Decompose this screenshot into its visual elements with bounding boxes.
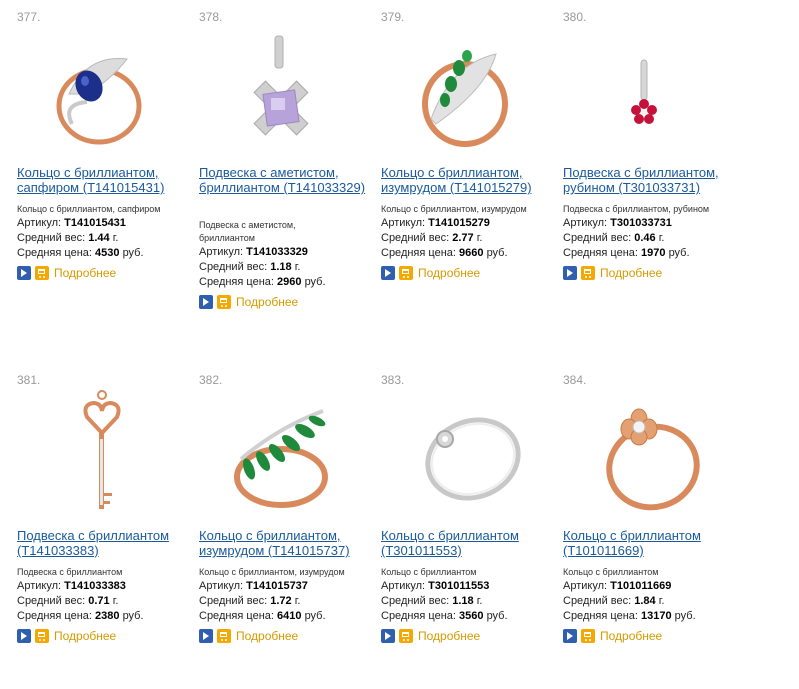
more-link[interactable]: Подробнее xyxy=(418,629,480,643)
product-number: 381. xyxy=(17,373,41,387)
product-subtitle: Подвеска с бриллиантом, рубином xyxy=(563,204,710,214)
product-title-link[interactable]: Кольцо с бриллиантом, сапфиром (Т1410154… xyxy=(17,165,197,195)
article-line: Артикул: Т301011553 xyxy=(381,580,490,592)
more-link[interactable]: Подробнее xyxy=(418,266,480,280)
weight-line: Средний вес: 0.71 г. xyxy=(17,595,119,607)
product-actions: Подробнее xyxy=(17,628,197,644)
product-info: Подвеска с аметистом, бриллиантом Артику… xyxy=(199,219,379,310)
product-title-link[interactable]: Подвеска с бриллиантом (Т141033383) xyxy=(17,528,197,558)
more-link[interactable]: Подробнее xyxy=(54,629,116,643)
product-subtitle: Кольцо с бриллиантом, изумрудом xyxy=(199,567,345,577)
weight-line: Средний вес: 0.46 г. xyxy=(563,232,665,244)
details-arrow-icon[interactable] xyxy=(199,629,213,643)
product-subtitle: Кольцо с бриллиантом xyxy=(563,567,659,577)
product-subtitle: Подвеска с бриллиантом xyxy=(17,567,123,577)
product-actions: Подробнее xyxy=(199,294,379,310)
details-arrow-icon[interactable] xyxy=(563,629,577,643)
weight-line: Средний вес: 1.18 г. xyxy=(381,595,483,607)
details-arrow-icon[interactable] xyxy=(199,295,213,309)
product-info: Кольцо с бриллиантом, изумрудом Артикул:… xyxy=(199,566,379,644)
weight-line: Средний вес: 1.18 г. xyxy=(199,261,301,273)
cart-icon[interactable] xyxy=(399,629,413,643)
price-line: Средняя цена: 9660 руб. xyxy=(381,247,508,259)
product-info: Подвеска с бриллиантом, рубином Артикул:… xyxy=(563,203,743,281)
more-link[interactable]: Подробнее xyxy=(600,629,662,643)
article-line: Артикул: Т301033731 xyxy=(563,217,672,229)
price-line: Средняя цена: 6410 руб. xyxy=(199,610,326,622)
ring-emerald-photo[interactable] xyxy=(381,24,559,164)
price-line: Средняя цена: 4530 руб. xyxy=(17,247,144,259)
more-link[interactable]: Подробнее xyxy=(236,295,298,309)
more-link[interactable]: Подробнее xyxy=(236,629,298,643)
product-number: 383. xyxy=(381,373,405,387)
cart-icon[interactable] xyxy=(217,629,231,643)
ring-white-gold-photo[interactable] xyxy=(381,387,559,527)
cart-icon[interactable] xyxy=(35,629,49,643)
product-subtitle: Кольцо с бриллиантом, сапфиром xyxy=(17,204,161,214)
product-info: Кольцо с бриллиантом Артикул: Т301011553… xyxy=(381,566,561,644)
details-arrow-icon[interactable] xyxy=(17,629,31,643)
cart-icon[interactable] xyxy=(217,295,231,309)
product-number: 382. xyxy=(199,373,223,387)
article-line: Артикул: Т141015431 xyxy=(17,217,126,229)
product-title-link[interactable]: Кольцо с бриллиантом, изумрудом (Т141015… xyxy=(199,528,379,558)
product-subtitle: Кольцо с бриллиантом, изумрудом xyxy=(381,204,527,214)
article-line: Артикул: Т141015737 xyxy=(199,580,308,592)
details-arrow-icon[interactable] xyxy=(563,266,577,280)
product-title-link[interactable]: Подвеска с бриллиантом, рубином (Т301033… xyxy=(563,165,743,195)
product-title-link[interactable]: Кольцо с бриллиантом, изумрудом (Т141015… xyxy=(381,165,561,195)
product-info: Кольцо с бриллиантом, изумрудом Артикул:… xyxy=(381,203,561,281)
cart-icon[interactable] xyxy=(399,266,413,280)
price-line: Средняя цена: 2960 руб. xyxy=(199,276,326,288)
pendant-ruby-photo[interactable] xyxy=(563,24,741,164)
price-line: Средняя цена: 13170 руб. xyxy=(563,610,696,622)
product-title-link[interactable]: Подвеска с аметистом, бриллиантом (Т1410… xyxy=(199,165,379,195)
product-number: 379. xyxy=(381,10,405,24)
product-actions: Подробнее xyxy=(17,265,197,281)
product-title-link[interactable]: Кольцо с бриллиантом (Т101011669) xyxy=(563,528,743,558)
product-number: 380. xyxy=(563,10,587,24)
pendant-key-photo[interactable] xyxy=(17,387,195,527)
product-grid: 377. Кольцо с бриллиантом, сапфиром (Т14… xyxy=(0,0,799,689)
price-line: Средняя цена: 1970 руб. xyxy=(563,247,690,259)
cart-icon[interactable] xyxy=(35,266,49,280)
article-line: Артикул: Т141015279 xyxy=(381,217,490,229)
weight-line: Средний вес: 1.72 г. xyxy=(199,595,301,607)
cart-icon[interactable] xyxy=(581,629,595,643)
product-actions: Подробнее xyxy=(563,265,743,281)
details-arrow-icon[interactable] xyxy=(381,266,395,280)
product-actions: Подробнее xyxy=(563,628,743,644)
product-info: Подвеска с бриллиантом Артикул: Т1410333… xyxy=(17,566,197,644)
product-actions: Подробнее xyxy=(381,265,561,281)
price-line: Средняя цена: 2380 руб. xyxy=(17,610,144,622)
price-line: Средняя цена: 3560 руб. xyxy=(381,610,508,622)
more-link[interactable]: Подробнее xyxy=(54,266,116,280)
more-link[interactable]: Подробнее xyxy=(600,266,662,280)
product-number: 378. xyxy=(199,10,223,24)
pendant-amethyst-photo[interactable] xyxy=(199,24,377,164)
product-number: 384. xyxy=(563,373,587,387)
product-subtitle: Кольцо с бриллиантом xyxy=(381,567,477,577)
article-line: Артикул: Т141033329 xyxy=(199,246,308,258)
product-info: Кольцо с бриллиантом Артикул: Т101011669… xyxy=(563,566,743,644)
ring-sapphire-photo[interactable] xyxy=(17,24,195,164)
details-arrow-icon[interactable] xyxy=(381,629,395,643)
product-actions: Подробнее xyxy=(381,628,561,644)
article-line: Артикул: Т141033383 xyxy=(17,580,126,592)
ring-flower-photo[interactable] xyxy=(563,387,741,527)
ring-emerald-leaf-photo[interactable] xyxy=(199,387,377,527)
product-subtitle: Подвеска с аметистом, бриллиантом xyxy=(199,220,296,243)
product-actions: Подробнее xyxy=(199,628,379,644)
product-number: 377. xyxy=(17,10,41,24)
cart-icon[interactable] xyxy=(581,266,595,280)
article-line: Артикул: Т101011669 xyxy=(563,580,672,592)
weight-line: Средний вес: 1.44 г. xyxy=(17,232,119,244)
product-info: Кольцо с бриллиантом, сапфиром Артикул: … xyxy=(17,203,197,281)
weight-line: Средний вес: 2.77 г. xyxy=(381,232,483,244)
weight-line: Средний вес: 1.84 г. xyxy=(563,595,665,607)
product-title-link[interactable]: Кольцо с бриллиантом (Т301011553) xyxy=(381,528,561,558)
details-arrow-icon[interactable] xyxy=(17,266,31,280)
